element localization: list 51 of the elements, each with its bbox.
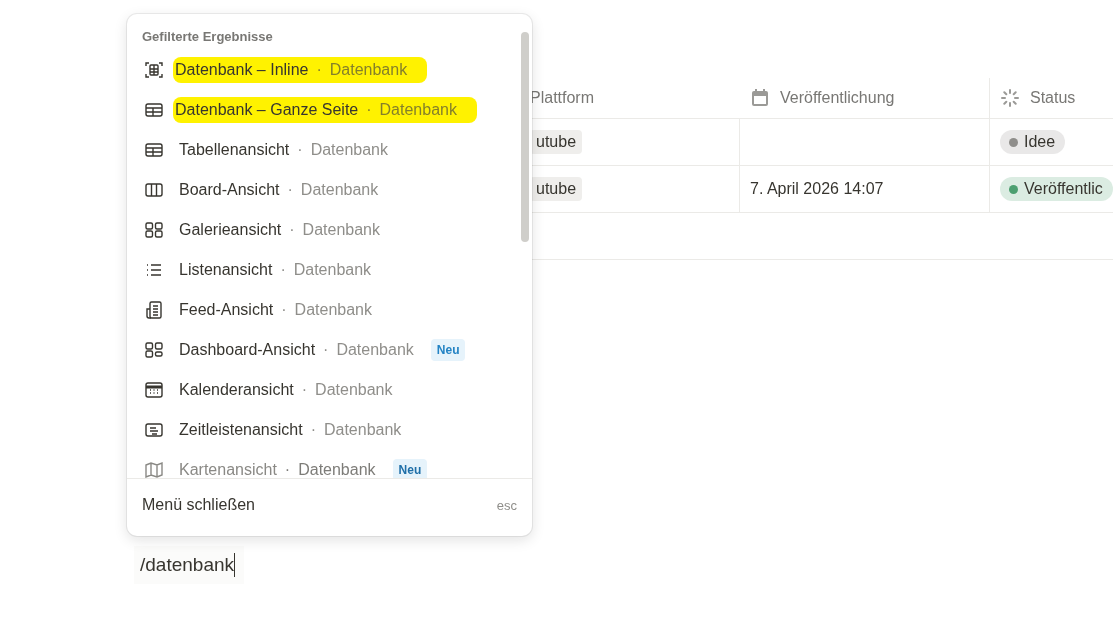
close-menu-item[interactable]: Menü schließen esc bbox=[127, 478, 532, 531]
column-header[interactable]: Veröffentlichung bbox=[780, 89, 895, 107]
platform-tag: utube bbox=[530, 130, 583, 154]
menu-item[interactable]: Datenbank – Inline · Datenbank bbox=[127, 50, 532, 90]
calendar-icon bbox=[750, 88, 770, 108]
item-label: Zeitleistenansicht · Datenbank bbox=[178, 420, 403, 440]
item-label: Tabellenansicht · Datenbank bbox=[178, 140, 389, 160]
item-label: Kalenderansicht · Datenbank bbox=[178, 380, 394, 400]
menu-item[interactable]: Tabellenansicht · Datenbank bbox=[127, 130, 532, 170]
typed-text: /datenbank bbox=[140, 554, 235, 576]
item-label: Galerieansicht · Datenbank bbox=[178, 220, 381, 240]
document-icon bbox=[144, 300, 164, 320]
item-label: Listenansicht · Datenbank bbox=[178, 260, 373, 280]
status-tag: Idee bbox=[1000, 130, 1066, 154]
item-label: Kartenansicht · Datenbank bbox=[178, 460, 377, 478]
column-header[interactable]: Status bbox=[1030, 89, 1076, 107]
item-label: Board-Ansicht · Datenbank bbox=[178, 180, 380, 200]
table-icon bbox=[144, 100, 164, 120]
input-field[interactable]: /datenbank bbox=[134, 546, 244, 584]
calendar-icon bbox=[144, 380, 164, 400]
menu-item[interactable]: Listenansicht · Datenbank bbox=[127, 250, 532, 290]
map-icon bbox=[144, 460, 164, 478]
item-label: Dashboard-Ansicht · Datenbank bbox=[178, 340, 415, 360]
table-icon bbox=[144, 140, 164, 160]
grid-icon bbox=[144, 220, 164, 240]
menu-item[interactable]: Feed-Ansicht · Datenbank bbox=[127, 290, 532, 330]
dashboard-icon bbox=[144, 340, 164, 360]
menu-item[interactable]: Datenbank – Ganze Seite · Datenbank bbox=[127, 90, 532, 130]
column-header[interactable]: Plattform bbox=[530, 89, 594, 107]
table-cell: 7. April 2026 14:07 bbox=[750, 180, 884, 198]
text-cursor bbox=[234, 553, 236, 577]
new-badge: Neu bbox=[392, 459, 428, 478]
status-icon bbox=[1000, 88, 1020, 108]
menu-item[interactable]: Board-Ansicht · Datenbank bbox=[127, 170, 532, 210]
status-tag: Veröffentlic bbox=[1000, 177, 1113, 201]
framed-table-icon bbox=[144, 60, 164, 80]
new-badge: Neu bbox=[430, 339, 466, 361]
item-label: Datenbank – Ganze Seite · Datenbank bbox=[173, 97, 477, 123]
menu-item[interactable]: Kartenansicht · Datenbank Neu bbox=[127, 450, 532, 478]
shortcut-hint: esc bbox=[496, 497, 517, 513]
menu-item[interactable]: Zeitleistenansicht · Datenbank bbox=[127, 410, 532, 450]
menu-item[interactable]: Kalenderansicht · Datenbank bbox=[127, 370, 532, 410]
menu-heading: Gefilterte Ergebnisse bbox=[141, 28, 274, 46]
item-label: Feed-Ansicht · Datenbank bbox=[178, 300, 373, 320]
platform-tag: utube bbox=[530, 177, 583, 201]
timeline-icon bbox=[144, 420, 164, 440]
columns-icon bbox=[144, 180, 164, 200]
menu-item[interactable]: Galerieansicht · Datenbank bbox=[127, 210, 532, 250]
close-label: Menü schließen bbox=[142, 496, 255, 514]
menu-item[interactable]: Dashboard-Ansicht · Datenbank Neu bbox=[127, 330, 532, 370]
item-label: Datenbank – Inline · Datenbank bbox=[173, 57, 428, 83]
